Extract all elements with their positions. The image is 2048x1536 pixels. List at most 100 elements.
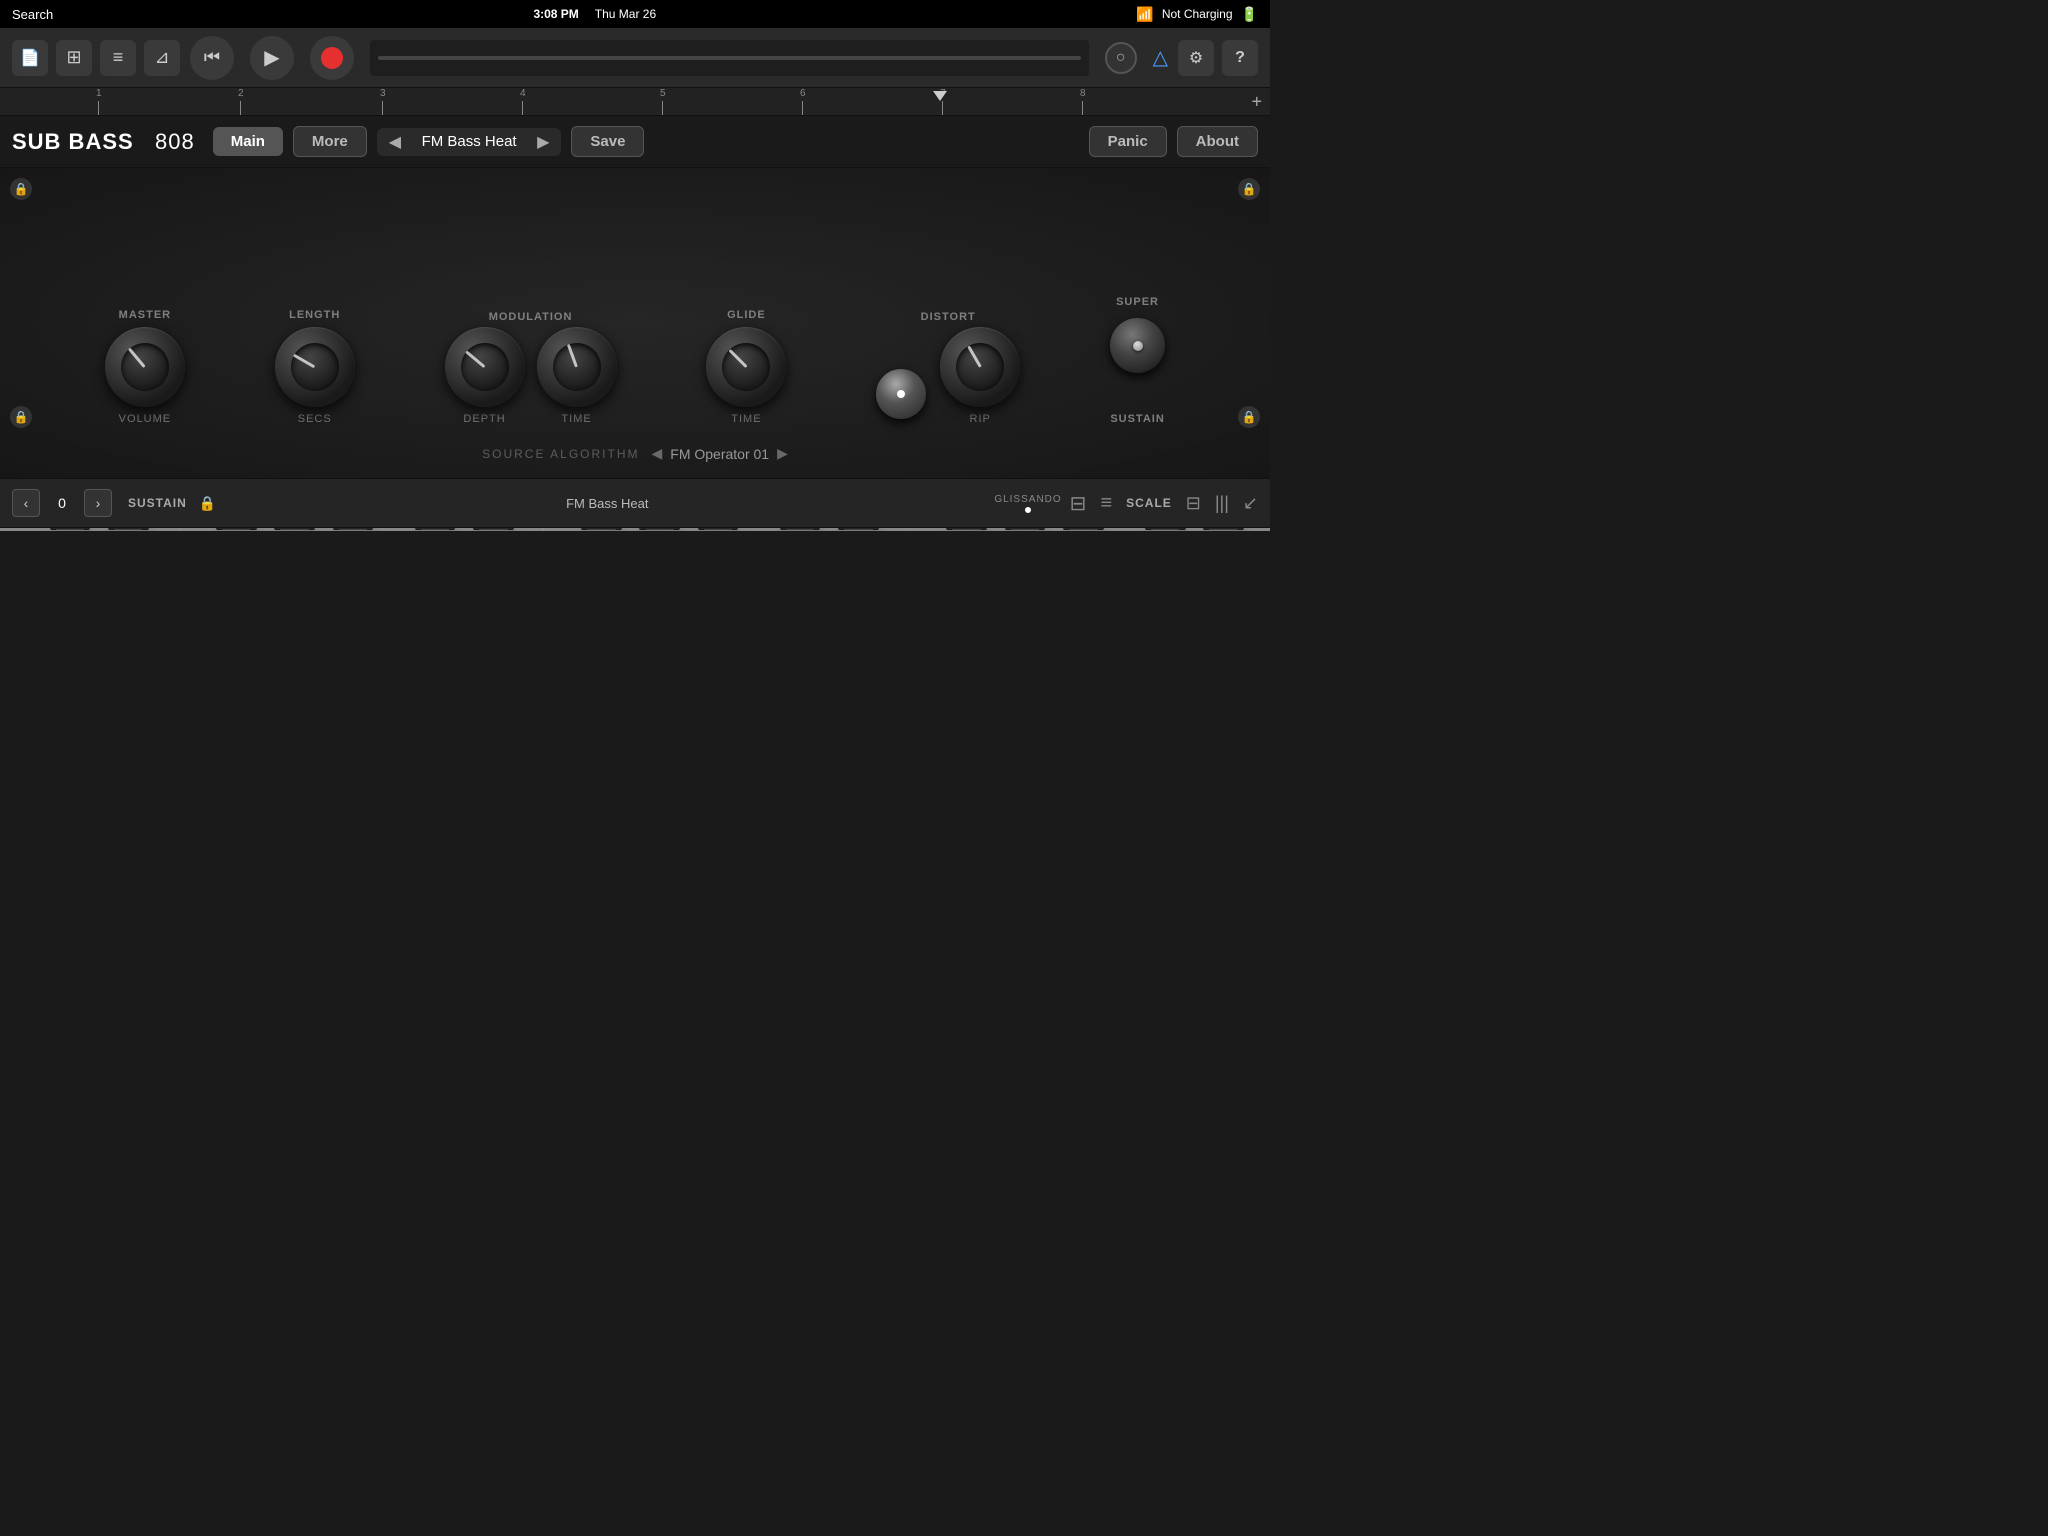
synth-title-part1: SUB BASS (12, 129, 134, 154)
save-button[interactable]: Save (571, 126, 644, 157)
timeline-slider[interactable] (378, 56, 1081, 60)
length-knob[interactable] (275, 327, 355, 407)
top-left-lock: 🔒 (10, 178, 32, 200)
ruler-tick-7 (942, 101, 943, 115)
glissando-label: GLISSANDO (994, 494, 1061, 505)
super-label-top: SUPER (1116, 296, 1159, 308)
glide-group: GLIDE TIME (706, 309, 786, 425)
synth-main: 🔒 🔒 🔒 🔒 MASTER VOLUME LENGTH SECS MODULA… (0, 168, 1270, 478)
preset-next-button[interactable]: ▶ (533, 132, 553, 152)
algo-prev-button[interactable]: ◀ (651, 445, 662, 462)
synth-title: SUB BASS 808 (12, 129, 195, 155)
ruler-label-3: 3 (380, 88, 386, 99)
mod-depth-knob[interactable] (445, 327, 525, 407)
distort-knob[interactable] (940, 327, 1020, 407)
bottom-left-lock: 🔒 (10, 406, 32, 428)
filter-icon[interactable]: ≡ (1100, 492, 1112, 515)
black-key[interactable] (1063, 528, 1104, 530)
record-dot (321, 47, 343, 69)
layers-icon: ⊞ (66, 47, 81, 68)
super-knob[interactable] (1110, 318, 1165, 373)
glide-knob[interactable] (706, 327, 786, 407)
black-key[interactable] (415, 528, 456, 530)
more-tab-button[interactable]: More (293, 126, 367, 157)
mod-time-knob[interactable] (537, 327, 617, 407)
new-file-button[interactable]: 📄 (12, 40, 48, 76)
transport-bar: 📄 ⊞ ≡ ⊿ ⏮ ▶ ○ △ ⚙ ? (0, 28, 1270, 88)
black-key[interactable] (1145, 528, 1186, 530)
black-key[interactable] (50, 528, 91, 530)
octave-next-button[interactable]: › (84, 489, 112, 517)
black-key[interactable] (216, 528, 257, 530)
ruler-label-1: 1 (96, 88, 102, 99)
ruler-tick-3 (382, 101, 383, 115)
ruler-label-4: 4 (520, 88, 526, 99)
octave-display: 0 (48, 495, 76, 511)
black-key[interactable] (581, 528, 622, 530)
ruler-mark-3: 3 (380, 88, 386, 115)
rewind-button[interactable]: ⏮ (190, 36, 234, 80)
piano-keyboard[interactable]: C2 C3 C4 (0, 528, 1270, 531)
black-key[interactable] (780, 528, 821, 530)
glide-label-bottom: TIME (731, 413, 761, 425)
piano-preset-label: FM Bass Heat (228, 496, 986, 511)
sustain-lock-icon: 🔒 (199, 495, 216, 512)
piano-bars-icon[interactable]: ||| (1215, 493, 1229, 514)
ruler-tick-5 (662, 101, 663, 115)
play-button[interactable]: ▶ (250, 36, 294, 80)
algo-name-display: FM Operator 01 (670, 446, 769, 462)
black-key[interactable] (838, 528, 879, 530)
black-key[interactable] (473, 528, 514, 530)
main-tab-button[interactable]: Main (213, 127, 283, 156)
expand-icon[interactable]: ↙ (1243, 493, 1258, 514)
transport-right: ⚙ ? (1178, 40, 1258, 76)
add-track-button[interactable]: + (1251, 91, 1262, 112)
status-bar: Search 3:08 PM Thu Mar 26 📶 Not Charging… (0, 0, 1270, 28)
black-key[interactable] (639, 528, 680, 530)
scale-icon[interactable]: ⊟ (1186, 493, 1201, 514)
knob-inner (553, 343, 601, 391)
master-label-top: MASTER (119, 309, 171, 321)
distort-rip-small-knob[interactable] (876, 369, 926, 419)
black-key[interactable] (274, 528, 315, 530)
about-button[interactable]: About (1177, 126, 1258, 157)
ruler: 1 2 3 4 5 6 7 8 + (0, 88, 1270, 116)
master-volume-group: MASTER VOLUME (105, 309, 185, 425)
master-label-bottom: VOLUME (119, 413, 171, 425)
record-button[interactable] (310, 36, 354, 80)
battery-label: Not Charging (1162, 7, 1233, 21)
preset-prev-button[interactable]: ◀ (385, 132, 405, 152)
master-volume-knob[interactable] (105, 327, 185, 407)
transport-center: ⏮ ▶ ○ △ (190, 36, 1168, 80)
black-key[interactable] (946, 528, 987, 530)
ruler-mark-2: 2 (238, 88, 244, 115)
octave-prev-button[interactable]: ‹ (12, 489, 40, 517)
help-icon: ? (1235, 49, 1245, 67)
black-key[interactable] (698, 528, 739, 530)
help-button[interactable]: ? (1222, 40, 1258, 76)
black-key[interactable] (1203, 528, 1244, 530)
keyboard-split-icon[interactable]: ⊟ (1070, 491, 1087, 516)
super-sustain-group: SUPER SUSTAIN (1110, 296, 1165, 425)
list-button[interactable]: ≡ (100, 40, 136, 76)
tempo-circle[interactable]: ○ (1105, 42, 1137, 74)
layers-button[interactable]: ⊞ (56, 40, 92, 76)
metronome-icon[interactable]: △ (1153, 45, 1168, 70)
length-group: LENGTH SECS (275, 309, 355, 425)
transport-left: 📄 ⊞ ≡ ⊿ (12, 40, 180, 76)
synth-header: SUB BASS 808 Main More ◀ FM Bass Heat ▶ … (0, 116, 1270, 168)
timeline-area (370, 40, 1089, 76)
new-file-icon: 📄 (20, 48, 40, 68)
settings-button[interactable]: ⚙ (1178, 40, 1214, 76)
preset-name-display: FM Bass Heat (409, 133, 529, 150)
black-key[interactable] (333, 528, 374, 530)
mixer-button[interactable]: ⊿ (144, 40, 180, 76)
piano-sustain-label: SUSTAIN (128, 496, 187, 510)
search-label[interactable]: Search (12, 7, 53, 22)
algo-next-button[interactable]: ▶ (777, 445, 788, 462)
piano-controls: ‹ 0 › SUSTAIN 🔒 FM Bass Heat GLISSANDO ⊟… (0, 478, 1270, 528)
black-key[interactable] (1005, 528, 1046, 530)
black-key[interactable] (108, 528, 149, 530)
status-right: 📶 Not Charging 🔋 (1136, 6, 1258, 23)
panic-button[interactable]: Panic (1089, 126, 1167, 157)
